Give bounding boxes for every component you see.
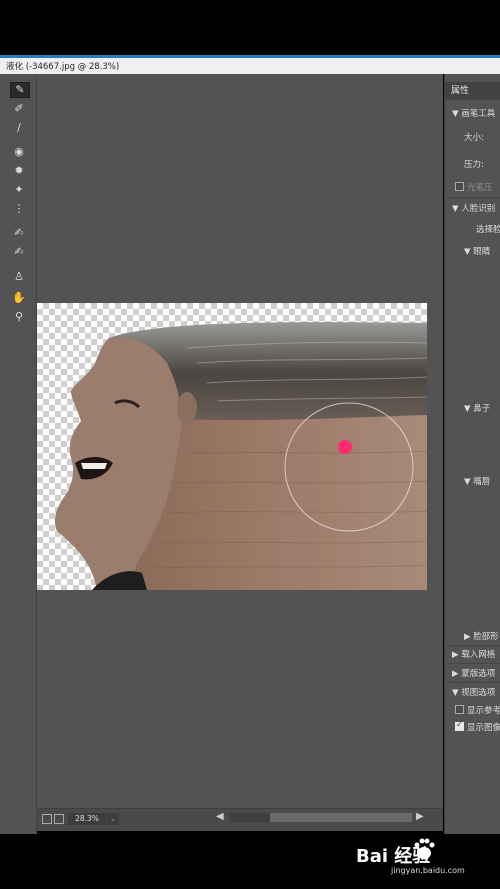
face-tool-icon[interactable]: ♙ xyxy=(10,270,28,284)
show-guides-checkbox[interactable] xyxy=(455,705,464,714)
mask-options-label: 蒙版选项 xyxy=(461,669,496,679)
load-mesh-section-toggle[interactable]: ▶ 载入网格 xyxy=(452,648,495,660)
brush-section-toggle[interactable]: ▼ 画笔工具 xyxy=(452,107,495,119)
face-shape-label: 脸部形 xyxy=(473,632,499,642)
view-options-section-toggle[interactable]: ▼ 视图选项 xyxy=(452,686,495,698)
face-section-label: 人脸识别 xyxy=(461,204,496,214)
stylus-pressure-checkbox[interactable] xyxy=(455,182,464,191)
smooth-tool-icon[interactable]: ∕ xyxy=(10,121,28,135)
select-face-label: 选择脸 xyxy=(476,225,500,235)
warped-portrait-image xyxy=(54,322,427,590)
eyes-label: 眼睛 xyxy=(473,247,491,257)
show-image-checkbox[interactable] xyxy=(455,720,464,731)
properties-tab[interactable]: 属性 xyxy=(444,82,500,100)
show-image-label: 显示图像 xyxy=(467,723,500,733)
pressure-label: 压力: xyxy=(464,160,484,170)
zoom-level[interactable]: 28.3% xyxy=(68,813,106,825)
mouth-label: 嘴唇 xyxy=(473,477,491,487)
window-title: 液化 (-34667.jpg @ 28.3%) xyxy=(0,55,500,74)
push-left-tool-icon[interactable]: ⋮ xyxy=(10,202,28,216)
watermark-url: jingyan.baidu.com xyxy=(391,866,465,875)
reconstruct-tool-icon[interactable]: ✐ xyxy=(10,102,28,116)
scroll-right-icon[interactable]: ▶ xyxy=(416,811,424,822)
touch-point-dot xyxy=(338,440,352,454)
liquify-preview-image[interactable] xyxy=(37,303,427,590)
freeze-mask-tool-icon[interactable]: ✍ xyxy=(10,226,28,240)
thaw-mask-tool-icon[interactable]: ✍ xyxy=(10,245,28,259)
twirl-tool-icon[interactable]: ◉ xyxy=(10,145,28,159)
brush-section-label: 画笔工具 xyxy=(461,109,496,119)
load-mesh-label: 载入网格 xyxy=(461,650,496,660)
mask-options-section-toggle[interactable]: ▶ 蒙版选项 xyxy=(452,667,495,679)
scroll-left-icon[interactable]: ◀ xyxy=(216,811,224,822)
size-label: 大小: xyxy=(464,133,484,143)
face-section-toggle[interactable]: ▼ 人脸识别 xyxy=(452,202,495,214)
bloat-tool-icon[interactable]: ✦ xyxy=(10,183,28,197)
zoom-tool-icon[interactable]: ⚲ xyxy=(10,310,28,324)
baidu-logo-text: Bai 经验 xyxy=(356,846,431,867)
zoom-out-button[interactable] xyxy=(42,814,52,824)
hand-tool-icon[interactable]: ✋ xyxy=(10,291,28,305)
eyes-section-toggle[interactable]: ▼ 眼睛 xyxy=(464,245,490,257)
nose-label: 鼻子 xyxy=(473,404,491,414)
scrollbar-thumb[interactable] xyxy=(270,813,412,822)
show-guides-label: 显示参考 xyxy=(467,706,500,716)
forward-warp-tool-icon[interactable]: ✎ xyxy=(10,82,30,98)
zoom-dropdown-icon[interactable]: ⌄ xyxy=(107,813,119,825)
pucker-tool-icon[interactable]: ✹ xyxy=(10,164,28,178)
face-shape-section-toggle[interactable]: ▶ 脸部形 xyxy=(464,630,499,642)
mouth-section-toggle[interactable]: ▼ 嘴唇 xyxy=(464,475,490,487)
zoom-in-button[interactable] xyxy=(54,814,64,824)
stylus-pressure-label: 光笔压 xyxy=(467,183,493,193)
nose-section-toggle[interactable]: ▼ 鼻子 xyxy=(464,402,490,414)
view-options-label: 视图选项 xyxy=(461,688,496,698)
